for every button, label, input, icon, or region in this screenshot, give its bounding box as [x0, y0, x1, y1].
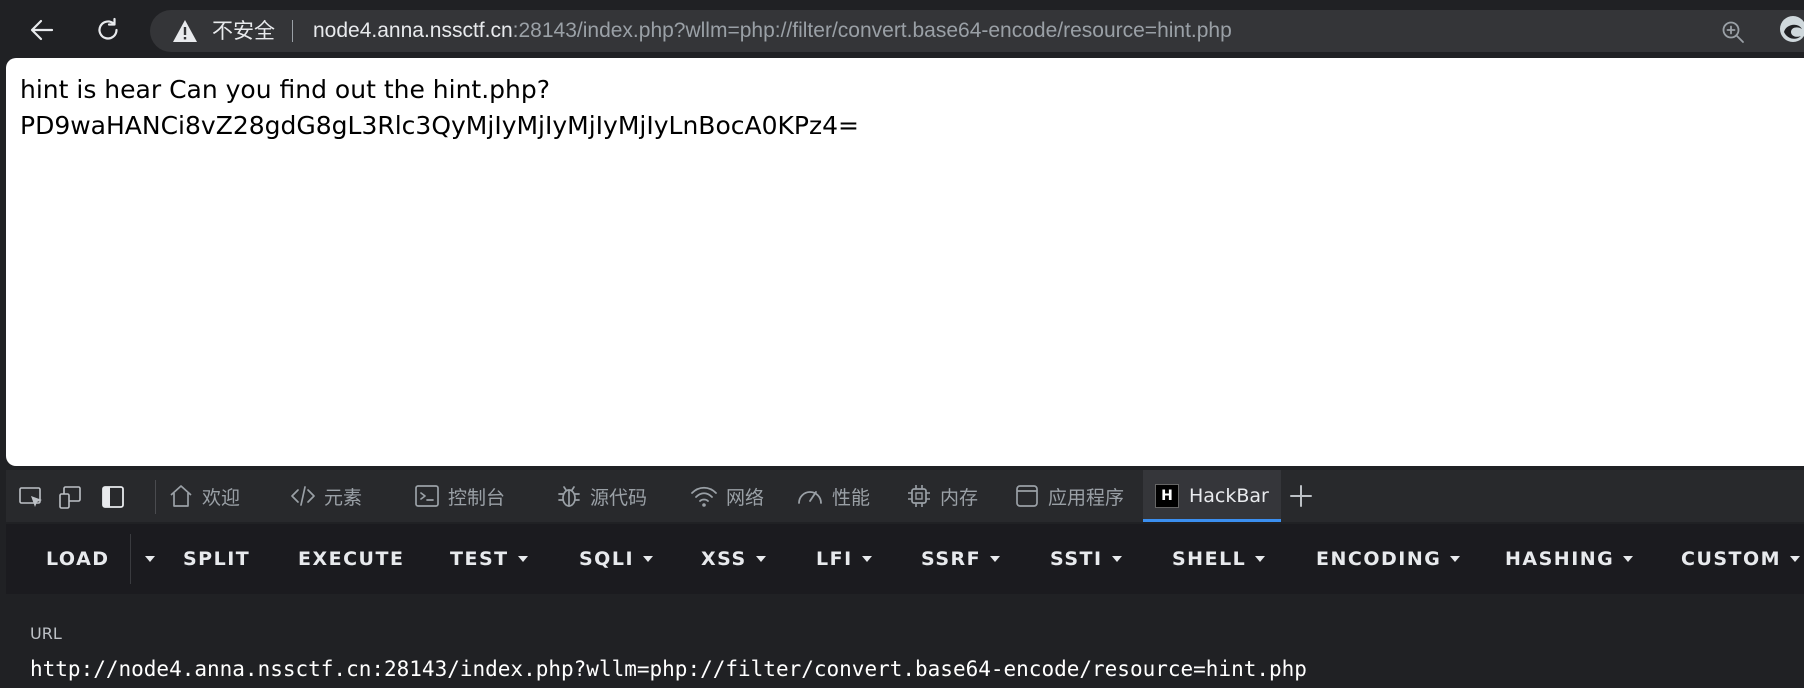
- load-options-dropdown[interactable]: [138, 524, 162, 594]
- home-icon: [170, 485, 192, 507]
- url-text[interactable]: node4.anna.nssctf.cn:28143/index.php?wll…: [313, 19, 1232, 43]
- chip-icon: [908, 485, 930, 507]
- lfi-menu-label: LFI: [816, 548, 853, 570]
- address-bar[interactable]: 不安全 node4.anna.nssctf.cn:28143/index.php…: [150, 10, 1804, 52]
- gauge-icon: [798, 491, 822, 504]
- address-divider: [292, 20, 293, 42]
- back-button[interactable]: [22, 10, 62, 50]
- chevron-down-icon: [517, 556, 528, 562]
- tab-sources[interactable]: 源代码: [556, 470, 647, 522]
- ssrf-menu[interactable]: SSRF: [921, 524, 1001, 594]
- browser-toolbar: 不安全 node4.anna.nssctf.cn:28143/index.php…: [0, 0, 1804, 58]
- plus-icon[interactable]: [1286, 481, 1316, 511]
- hashing-menu[interactable]: HASHING: [1505, 524, 1634, 594]
- hackbar-menu-bar: LOAD SPLIT EXECUTE TEST SQLI XSS LFI SSR…: [6, 524, 1804, 594]
- test-menu[interactable]: TEST: [450, 524, 528, 594]
- lfi-menu[interactable]: LFI: [816, 524, 872, 594]
- chevron-down-icon: [145, 556, 155, 562]
- load-button-label: LOAD: [46, 548, 110, 570]
- tab-memory[interactable]: 内存: [906, 470, 978, 522]
- refresh-button[interactable]: [88, 10, 128, 50]
- hint-message: hint is hear Can you find out the hint.p…: [20, 75, 551, 104]
- tab-performance[interactable]: 性能: [796, 470, 870, 522]
- browser-profile-icon[interactable]: [1778, 14, 1804, 44]
- console-icon: [415, 485, 439, 507]
- tab-application-label: 应用程序: [1048, 486, 1125, 509]
- tab-elements-label: 元素: [324, 486, 363, 509]
- chevron-down-icon: [1623, 556, 1634, 562]
- tab-application[interactable]: 应用程序: [1014, 470, 1124, 522]
- split-button-label: SPLIT: [183, 548, 251, 570]
- execute-button[interactable]: EXECUTE: [298, 524, 404, 594]
- chevron-down-icon: [1450, 556, 1461, 562]
- ssti-menu-label: SSTI: [1050, 548, 1103, 570]
- bug-icon: [558, 486, 580, 507]
- custom-menu[interactable]: CUSTOM: [1681, 524, 1801, 594]
- hackbar-body: URL: [6, 594, 1804, 688]
- split-button[interactable]: SPLIT: [183, 524, 250, 594]
- ssti-menu[interactable]: SSTI: [1050, 524, 1122, 594]
- window-icon: [1016, 485, 1038, 507]
- url-field-label: URL: [30, 624, 62, 643]
- inspect-element-icon[interactable]: [18, 484, 44, 510]
- tab-console[interactable]: 控制台: [414, 470, 505, 522]
- chevron-down-icon: [755, 556, 766, 562]
- security-label[interactable]: 不安全: [212, 19, 275, 43]
- tab-memory-label: 内存: [940, 486, 979, 509]
- wifi-icon: [691, 486, 717, 507]
- page-body-text: hint is hear Can you find out the hint.p…: [20, 72, 859, 144]
- code-icon: [291, 486, 315, 506]
- chevron-down-icon: [1255, 556, 1266, 562]
- custom-menu-label: CUSTOM: [1681, 548, 1782, 570]
- dock-side-icon[interactable]: [100, 484, 126, 510]
- hashing-menu-label: HASHING: [1505, 548, 1615, 570]
- sqli-menu-label: SQLI: [579, 548, 635, 570]
- page-content: hint is hear Can you find out the hint.p…: [6, 58, 1804, 466]
- shell-menu-label: SHELL: [1172, 548, 1247, 570]
- url-path: :28143/index.php?wllm=php://filter/conve…: [512, 19, 1232, 42]
- encoding-menu[interactable]: ENCODING: [1316, 524, 1461, 594]
- chevron-down-icon: [1790, 556, 1801, 562]
- xss-menu-label: XSS: [701, 548, 747, 570]
- test-menu-label: TEST: [450, 548, 509, 570]
- devtools-divider: [155, 480, 156, 514]
- url-host: node4.anna.nssctf.cn: [313, 19, 513, 42]
- xss-menu[interactable]: XSS: [701, 524, 766, 594]
- chevron-down-icon: [990, 556, 1001, 562]
- tab-network[interactable]: 网络: [690, 470, 764, 522]
- chevron-down-icon: [643, 556, 654, 562]
- tab-hackbar[interactable]: H HackBar: [1143, 470, 1281, 522]
- devtools-tab-bar: 欢迎 元素 控制台 源代码 网络 性能 内存 应用程序 H HackBar: [6, 470, 1804, 522]
- tab-welcome[interactable]: 欢迎: [168, 470, 240, 522]
- arrow-left-icon: [30, 19, 54, 41]
- base64-output: PD9waHANCi8vZ28gdG8gL3Rlc3QyMjIyMjIyMjIy…: [20, 111, 859, 140]
- tab-network-label: 网络: [726, 486, 765, 509]
- tab-hackbar-label: HackBar: [1189, 485, 1269, 507]
- execute-button-label: EXECUTE: [298, 548, 405, 570]
- load-button[interactable]: LOAD: [46, 524, 110, 594]
- shell-menu[interactable]: SHELL: [1172, 524, 1266, 594]
- device-emulation-icon[interactable]: [58, 484, 84, 510]
- tab-welcome-label: 欢迎: [202, 486, 241, 509]
- refresh-icon: [98, 17, 118, 40]
- tab-console-label: 控制台: [448, 486, 506, 509]
- chevron-down-icon: [1111, 556, 1122, 562]
- warning-icon[interactable]: [172, 19, 198, 43]
- encoding-menu-label: ENCODING: [1316, 548, 1442, 570]
- zoom-in-icon[interactable]: [1720, 19, 1746, 45]
- tab-sources-label: 源代码: [590, 486, 648, 509]
- hackbar-logo-icon: H: [1155, 484, 1179, 508]
- url-input[interactable]: [30, 652, 1790, 686]
- ssrf-menu-label: SSRF: [921, 548, 982, 570]
- load-divider: [130, 534, 131, 584]
- tab-performance-label: 性能: [832, 486, 871, 509]
- tab-elements[interactable]: 元素: [290, 470, 362, 522]
- chevron-down-icon: [861, 556, 872, 562]
- sqli-menu[interactable]: SQLI: [579, 524, 654, 594]
